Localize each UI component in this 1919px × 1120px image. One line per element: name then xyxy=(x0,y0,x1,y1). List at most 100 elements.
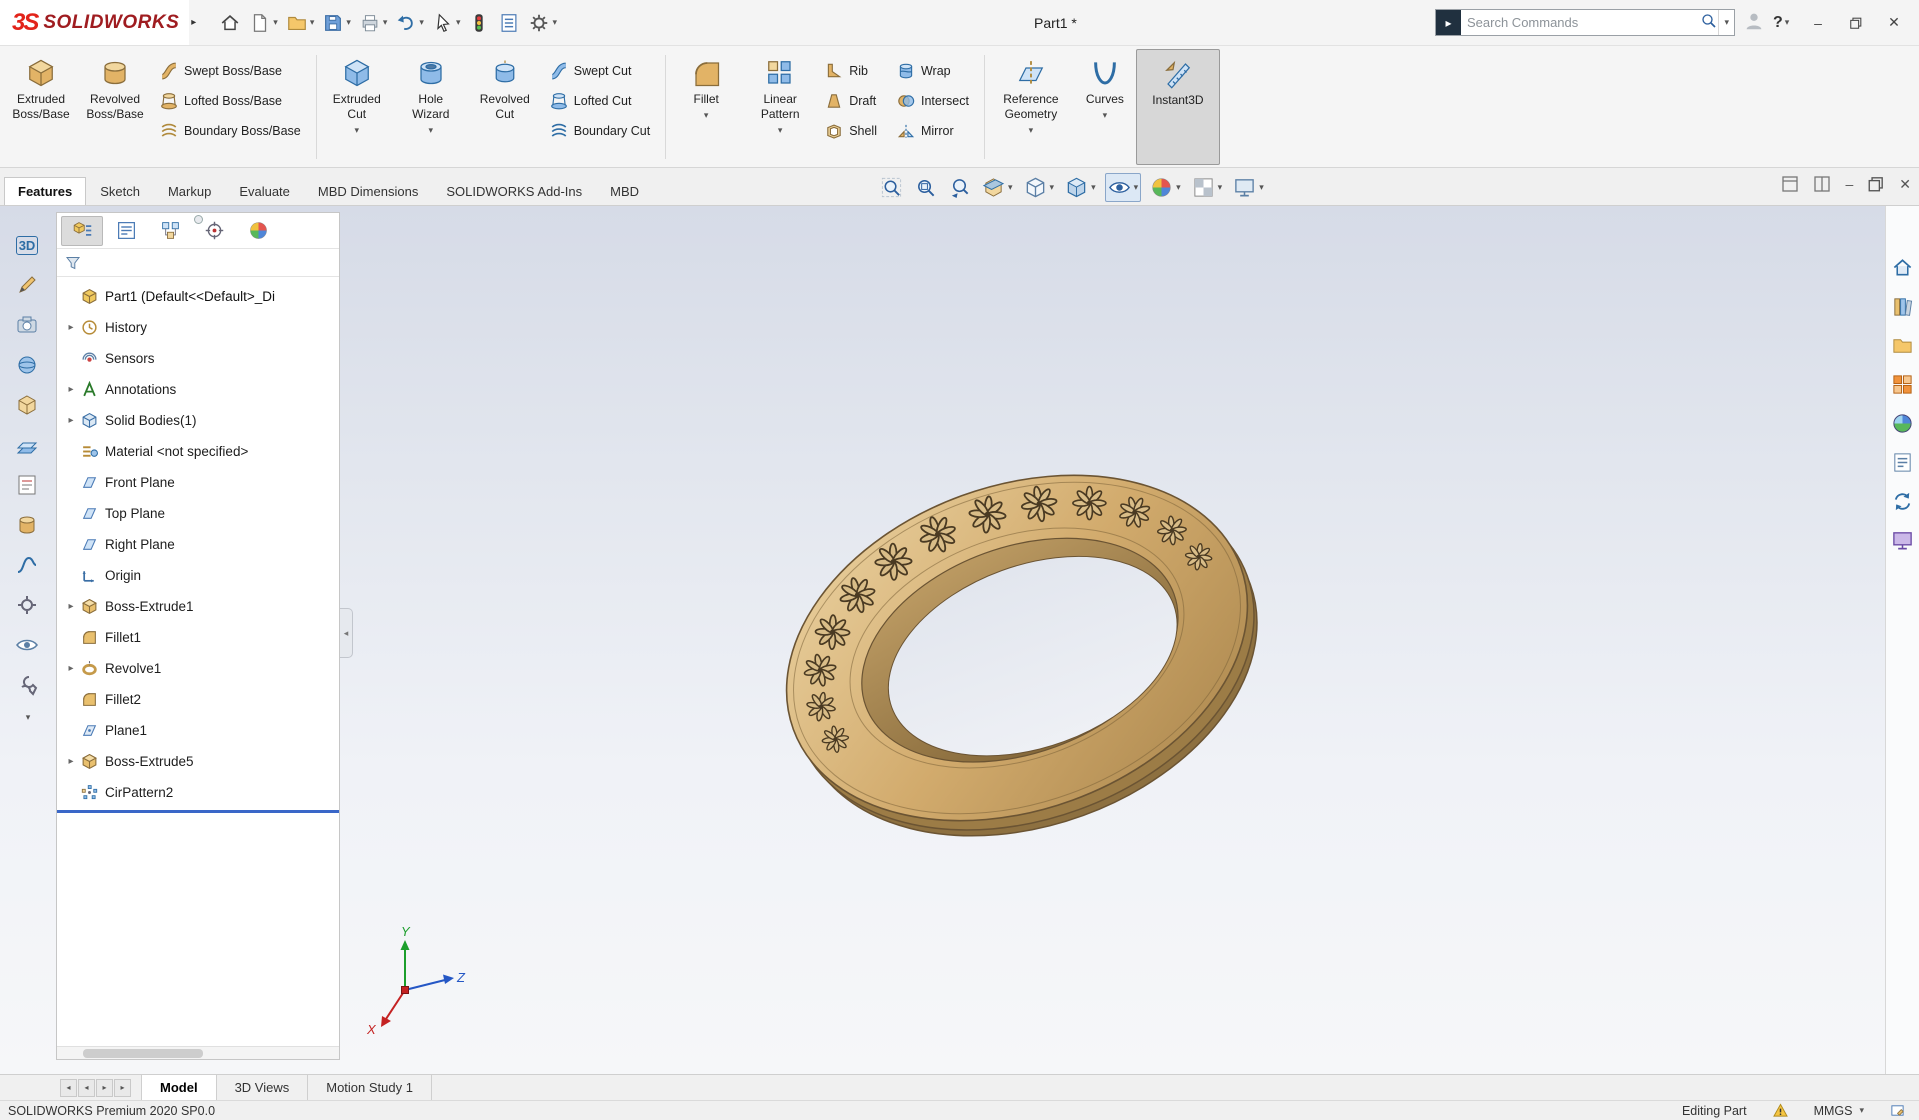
gear-tool-button[interactable] xyxy=(14,592,40,618)
swept-boss-base-button[interactable]: Swept Boss/Base xyxy=(156,57,305,84)
left-toolbar-more-chevron[interactable]: ▾ xyxy=(26,712,31,723)
tree-item-top-plane[interactable]: Top Plane xyxy=(57,498,339,529)
chevron-down-icon[interactable]: ▾ xyxy=(704,110,709,121)
tree-item-sensors[interactable]: Sensors xyxy=(57,343,339,374)
chevron-down-icon[interactable]: ▾ xyxy=(1050,182,1055,193)
shell-button[interactable]: Shell xyxy=(821,117,881,144)
toolbar-expand-arrow[interactable]: ▸ xyxy=(191,17,196,28)
tab-evaluate[interactable]: Evaluate xyxy=(225,177,304,205)
print-button[interactable]: ▾ xyxy=(356,7,391,39)
doc-close-button[interactable]: ✕ xyxy=(1899,176,1911,193)
file-properties-button[interactable] xyxy=(495,7,523,39)
chevron-down-icon[interactable]: ▾ xyxy=(1218,182,1223,193)
expand-arrow-icon[interactable]: ▸ xyxy=(63,756,79,767)
select-button[interactable]: ▾ xyxy=(429,7,464,39)
doc-minimize-button[interactable]: – xyxy=(1845,176,1853,192)
chevron-down-icon[interactable]: ▾ xyxy=(1134,182,1139,193)
scrollbar-thumb[interactable] xyxy=(83,1049,203,1058)
draft-button[interactable]: Draft xyxy=(821,87,881,114)
chevron-down-icon[interactable]: ▾ xyxy=(354,125,359,136)
panel-splitter-grip[interactable] xyxy=(194,215,203,224)
units-selector[interactable]: MMGS ▾ xyxy=(1814,1104,1864,1118)
sketch-pencil-button[interactable] xyxy=(14,272,40,298)
linear-pattern-button[interactable]: LinearPattern ▾ xyxy=(743,49,817,165)
file-explorer-button[interactable] xyxy=(1890,332,1916,358)
expand-arrow-icon[interactable]: ▸ xyxy=(63,601,79,612)
configuration-manager-tab[interactable] xyxy=(149,216,191,246)
search-icon[interactable] xyxy=(1700,12,1718,33)
view-orientation-button[interactable]: ▾ xyxy=(1022,174,1057,201)
layers-tool-button[interactable] xyxy=(14,432,40,458)
tree-item-part1[interactable]: Part1 (Default<<Default>_Di xyxy=(57,281,339,312)
previous-view-button[interactable] xyxy=(946,174,973,201)
next-tab-button[interactable]: ▸ xyxy=(96,1079,113,1097)
chevron-down-icon[interactable]: ▾ xyxy=(1718,10,1734,35)
chevron-down-icon[interactable]: ▾ xyxy=(1176,182,1181,193)
first-tab-button[interactable]: ◂ xyxy=(60,1079,77,1097)
wrench-tool-button[interactable] xyxy=(14,672,40,698)
last-tab-button[interactable]: ▸ xyxy=(114,1079,131,1097)
tile-windows-icon[interactable] xyxy=(1813,175,1831,193)
tab-mbd-dimensions[interactable]: MBD Dimensions xyxy=(304,177,432,205)
custom-properties-button[interactable] xyxy=(1890,449,1916,475)
appearances-scenes-button[interactable] xyxy=(1890,410,1916,436)
display-style-button[interactable]: ▾ xyxy=(1063,174,1098,201)
instant3d-button[interactable]: Instant3D xyxy=(1136,49,1220,165)
hole-wizard-button[interactable]: HoleWizard ▾ xyxy=(394,49,468,165)
chevron-down-icon[interactable]: ▾ xyxy=(419,17,424,28)
revolved-cut-button[interactable]: RevolvedCut xyxy=(468,49,542,165)
help-button[interactable]: ?▾ xyxy=(1773,12,1795,34)
tab-3d-views[interactable]: 3D Views xyxy=(217,1075,309,1100)
edit-appearance-button[interactable]: ▾ xyxy=(1148,174,1183,201)
rollback-bar[interactable] xyxy=(57,810,339,813)
tree-item-cirpattern2[interactable]: CirPattern2 xyxy=(57,777,339,808)
tree-item-origin[interactable]: Origin xyxy=(57,560,339,591)
minimize-button[interactable]: – xyxy=(1803,8,1833,38)
previous-document-icon[interactable] xyxy=(1781,175,1799,193)
tree-filter-bar[interactable] xyxy=(57,249,339,277)
tree-horizontal-scrollbar[interactable] xyxy=(57,1046,339,1059)
chevron-down-icon[interactable]: ▾ xyxy=(778,125,783,136)
close-button[interactable]: ✕ xyxy=(1879,8,1909,38)
tree-item-solid-bodies[interactable]: ▸ Solid Bodies(1) xyxy=(57,405,339,436)
tree-item-boss-extrude5[interactable]: ▸ Boss-Extrude5 xyxy=(57,746,339,777)
expand-arrow-icon[interactable]: ▸ xyxy=(63,415,79,426)
tab-solidworks-add-ins[interactable]: SOLIDWORKS Add-Ins xyxy=(432,177,596,205)
tree-item-history[interactable]: ▸ History xyxy=(57,312,339,343)
save-button[interactable]: ▾ xyxy=(319,7,354,39)
extruded-cut-button[interactable]: ExtrudedCut ▾ xyxy=(320,49,394,165)
rib-button[interactable]: Rib xyxy=(821,57,881,84)
chevron-down-icon[interactable]: ▾ xyxy=(1103,110,1108,121)
sphere-tool-button[interactable] xyxy=(14,352,40,378)
chevron-down-icon[interactable]: ▾ xyxy=(273,17,278,28)
tab-model[interactable]: Model xyxy=(141,1075,217,1100)
tree-item-plane1[interactable]: Plane1 xyxy=(57,715,339,746)
cube-tool-button[interactable] xyxy=(14,392,40,418)
previous-tab-button[interactable]: ◂ xyxy=(78,1079,95,1097)
chevron-down-icon[interactable]: ▾ xyxy=(456,17,461,28)
open-document-button[interactable]: ▾ xyxy=(283,7,318,39)
expand-arrow-icon[interactable]: ▸ xyxy=(63,384,79,395)
tab-motion-study-1[interactable]: Motion Study 1 xyxy=(308,1075,432,1100)
viewport-canvas[interactable]: Y Z X xyxy=(341,206,1885,1074)
tree-item-fillet1[interactable]: Fillet1 xyxy=(57,622,339,653)
hide-show-items-button[interactable]: ▾ xyxy=(1105,173,1142,202)
tree-item-material[interactable]: Material <not specified> xyxy=(57,436,339,467)
boundary-cut-button[interactable]: Boundary Cut xyxy=(546,117,654,144)
intersect-button[interactable]: Intersect xyxy=(893,87,973,114)
display-manager-tab[interactable] xyxy=(237,216,279,246)
chevron-down-icon[interactable]: ▾ xyxy=(1091,182,1096,193)
apply-scene-button[interactable]: ▾ xyxy=(1190,174,1225,201)
view-palette-button[interactable] xyxy=(1890,371,1916,397)
curves-button[interactable]: Curves ▾ xyxy=(1074,49,1136,165)
chevron-down-icon[interactable]: ▾ xyxy=(1008,182,1013,193)
feature-manager-tab[interactable] xyxy=(61,216,103,246)
chevron-down-icon[interactable]: ▾ xyxy=(1259,182,1264,193)
chevron-down-icon[interactable]: ▾ xyxy=(552,17,557,28)
user-account-icon[interactable] xyxy=(1743,10,1765,35)
selection-filter-button[interactable] xyxy=(465,7,493,39)
search-scope-icon[interactable]: ▸ xyxy=(1436,10,1461,35)
chevron-down-icon[interactable]: ▾ xyxy=(310,17,315,28)
design-library-button[interactable] xyxy=(1890,293,1916,319)
tree-item-front-plane[interactable]: Front Plane xyxy=(57,467,339,498)
